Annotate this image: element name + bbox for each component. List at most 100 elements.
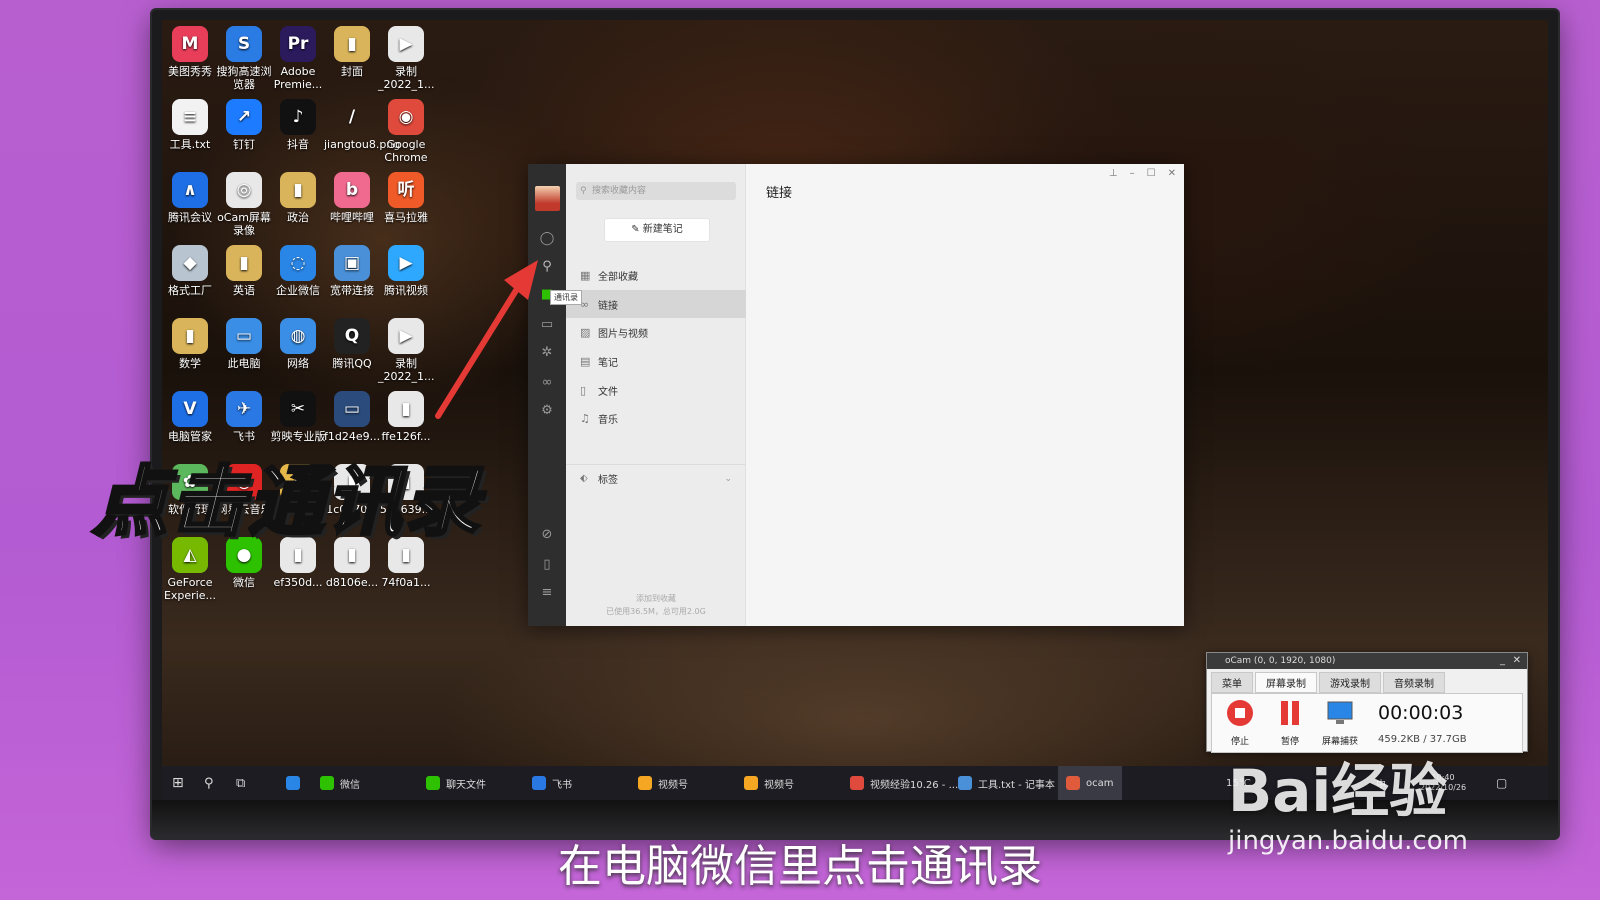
ocam-tab[interactable]: 屏幕录制 — [1255, 672, 1317, 693]
minimize-icon[interactable]: _ — [1500, 653, 1505, 669]
maximize-icon[interactable]: ☐ — [1147, 168, 1156, 179]
search-icon: ⚲ — [580, 186, 587, 196]
desktop-icon[interactable]: ≡ 工具.txt — [162, 99, 218, 151]
taskbar-item[interactable]: 视频经验10.26 - ... — [850, 766, 958, 800]
tags-section[interactable]: ⬖ 标签 ⌄ — [566, 464, 746, 492]
desktop-icon[interactable]: M 美图秀秀 — [162, 26, 218, 78]
desktop-icon-label: 美图秀秀 — [168, 65, 212, 78]
favorites-item-1[interactable]: ∞ 链接 — [566, 289, 746, 319]
taskbar-item[interactable]: 微信 — [320, 766, 360, 800]
desktop-icon-label: 企业微信 — [276, 284, 320, 297]
arrow-pointer — [435, 260, 538, 419]
app-icon: ◍ — [280, 318, 316, 354]
pin-icon[interactable]: ⊥ — [1109, 168, 1118, 179]
desktop-icon-label: 格式工厂 — [168, 284, 212, 297]
favorites-menu: ▦ 全部收藏 ∞ 链接 ▨ 图片与视频 ▤ 笔记 ▯ 文件 ♫ 音乐 — [566, 261, 746, 433]
taskbar-item-label: 微信 — [340, 779, 360, 791]
desktop-icon[interactable]: b 哔哩哔哩 — [324, 172, 380, 224]
taskbar-item[interactable]: 视频号 — [744, 766, 794, 800]
desktop-icon[interactable]: ▶ 录制_2022_1... — [378, 26, 434, 91]
storage-usage: 已使用36.5M，总可用2.0G — [606, 607, 706, 616]
miniprogram-icon[interactable]: ⊘ — [538, 526, 556, 544]
app-icon: 听 — [388, 172, 424, 208]
desktop-icon[interactable]: ▣ 宽带连接 — [324, 245, 380, 297]
desktop-icon[interactable]: S 搜狗高速浏览器 — [216, 26, 272, 91]
ocam-tab[interactable]: 菜单 — [1211, 672, 1253, 693]
tags-label: 标签 — [598, 475, 618, 486]
desktop-icon[interactable]: ↗ 钉钉 — [216, 99, 272, 151]
app-icon: ▶ — [388, 318, 424, 354]
ocam-tab[interactable]: 音频录制 — [1383, 672, 1445, 693]
taskbar-item[interactable]: 视频号 — [638, 766, 688, 800]
app-icon: M — [172, 26, 208, 62]
taskbar-item[interactable]: 聊天文件 — [426, 766, 486, 800]
add-to-favorites-link[interactable]: 添加到收藏 — [566, 592, 746, 605]
desktop-icon-label: 74f0a1... — [381, 576, 431, 589]
desktop-icon[interactable]: ◌ 企业微信 — [270, 245, 326, 297]
start-icon[interactable]: ⊞ — [172, 766, 184, 800]
desktop-icon[interactable]: Pr Adobe Premie... — [270, 26, 326, 91]
desktop-icon[interactable]: ◆ 格式工厂 — [162, 245, 218, 297]
stop-button[interactable]: 停止 — [1220, 698, 1260, 747]
arrow-head — [504, 260, 538, 300]
favorites-item-label: 音乐 — [598, 415, 618, 427]
baidu-watermark: Bai经验 — [1228, 757, 1448, 825]
file-icon: ▯ — [580, 383, 587, 397]
desktop-icon[interactable]: / jiangtou8.png — [324, 99, 400, 151]
desktop-icon[interactable]: V 电脑管家 — [162, 391, 218, 443]
favorites-item-2[interactable]: ▨ 图片与视频 — [566, 318, 746, 347]
desktop-icon[interactable]: ◍ 网络 — [270, 318, 326, 370]
desktop-icon-label: d8106e... — [325, 576, 379, 589]
taskbar-item-label: 工具.txt - 记事本 — [978, 779, 1055, 791]
app-icon: ◌ — [280, 245, 316, 281]
favorites-item-5[interactable]: ♫ 音乐 — [566, 404, 746, 433]
new-note-label: 新建笔记 — [642, 224, 683, 235]
favorites-item-3[interactable]: ▤ 笔记 — [566, 347, 746, 376]
favorites-item-4[interactable]: ▯ 文件 — [566, 376, 746, 405]
desktop-icon[interactable]: ▮ 封面 — [324, 26, 380, 78]
app-icon: ▭ — [226, 318, 262, 354]
screen-capture-button[interactable]: 屏幕捕获 — [1320, 698, 1360, 747]
taskbar-item-label: 飞书 — [552, 779, 572, 791]
close-icon[interactable]: ✕ — [1168, 168, 1176, 179]
desktop-icon[interactable]: ◉ Google Chrome — [378, 99, 434, 164]
desktop-icon[interactable]: ✂ 剪映专业版 — [270, 391, 326, 443]
taskbar-item[interactable]: 工具.txt - 记事本 — [958, 766, 1055, 800]
app-icon: ≡ — [172, 99, 208, 135]
minimize-icon[interactable]: – — [1130, 168, 1135, 179]
pause-button[interactable]: 暂停 — [1270, 698, 1310, 747]
new-note-button[interactable]: ✎ 新建笔记 — [604, 218, 710, 242]
avatar[interactable] — [535, 186, 560, 211]
desktop-icon[interactable]: ∧ 腾讯会议 — [162, 172, 218, 224]
app-icon: ♪ — [280, 99, 316, 135]
notification-icon[interactable]: ▢ — [1496, 766, 1507, 800]
favorites-item-0[interactable]: ▦ 全部收藏 — [566, 261, 746, 290]
chat-icon[interactable]: ◯ — [538, 230, 556, 248]
close-icon[interactable]: ✕ — [1513, 653, 1521, 669]
task-view-icon[interactable]: ⧉ — [236, 766, 245, 800]
more-icon[interactable]: ≡ — [538, 584, 556, 602]
phone-icon[interactable]: ▯ — [538, 556, 556, 574]
desktop-icon[interactable]: 听喜马拉雅 — [378, 172, 434, 224]
desktop-icon[interactable]: ▮ 政治 — [270, 172, 326, 224]
app-icon — [320, 776, 334, 790]
taskbar-app-icon[interactable] — [286, 766, 306, 800]
desktop-icon[interactable]: ♪ 抖音 — [270, 99, 326, 151]
search-input[interactable]: ⚲ 搜索收藏内容 — [576, 182, 736, 200]
ocam-title: oCam (0, 0, 1920, 1080) — [1225, 656, 1336, 666]
taskbar-item[interactable]: 飞书 — [532, 766, 572, 800]
desktop-icon-label: 封面 — [341, 65, 363, 78]
desktop-icon[interactable]: Q 腾讯QQ — [324, 318, 380, 370]
ocam-tab[interactable]: 游戏录制 — [1319, 672, 1381, 693]
link-icon: ∞ — [580, 297, 590, 311]
taskbar-item[interactable]: ocam — [1058, 766, 1122, 800]
desktop-icon[interactable]: ◎ oCam屏幕录像 — [216, 172, 272, 237]
desktop-icon[interactable]: ▭ f1d24e9... — [324, 391, 380, 443]
desktop-icon[interactable]: ▮ 英语 — [216, 245, 272, 297]
note-icon: ▤ — [580, 354, 591, 368]
app-icon — [1066, 776, 1080, 790]
desktop-icon[interactable]: ✈ 飞书 — [216, 391, 272, 443]
search-icon[interactable]: ⚲ — [204, 766, 214, 800]
desktop-icon[interactable]: ▮ 数学 — [162, 318, 218, 370]
desktop-icon[interactable]: ▭ 此电脑 — [216, 318, 272, 370]
